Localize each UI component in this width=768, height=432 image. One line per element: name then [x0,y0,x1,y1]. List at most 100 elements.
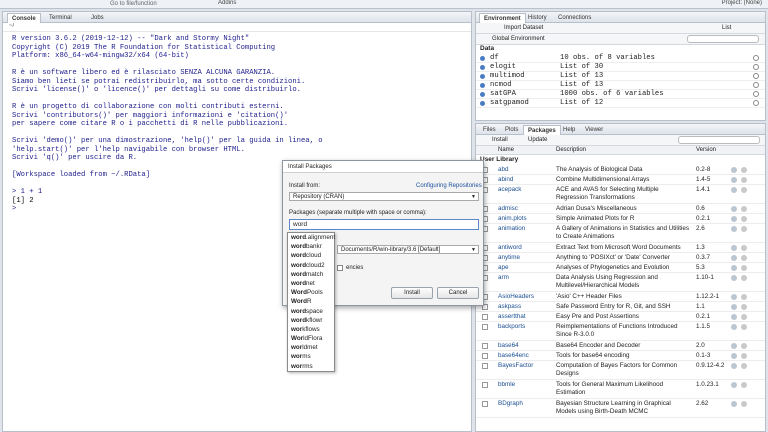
globe-icon[interactable] [731,167,737,173]
globe-icon[interactable] [731,324,737,330]
tab-jobs[interactable]: Jobs [87,13,108,23]
remove-icon[interactable] [741,275,747,281]
view-icon[interactable] [753,82,759,88]
remove-icon[interactable] [741,353,747,359]
package-row[interactable]: arm Data Analysis Using Regression and Mu… [476,273,765,292]
expand-icon[interactable] [480,101,485,106]
package-row[interactable]: antiword Extract Text from Microsoft Word… [476,243,765,253]
tab-terminal[interactable]: Terminal [45,13,76,23]
globe-icon[interactable] [731,255,737,261]
package-name-link[interactable]: antiword [498,244,522,251]
tab-viewer[interactable]: Viewer [581,125,607,135]
package-load-checkbox[interactable] [482,363,488,369]
env-object-row[interactable]: df 10 obs. of 8 variables [476,54,765,63]
remove-icon[interactable] [741,304,747,310]
remove-icon[interactable] [741,382,747,388]
globe-icon[interactable] [731,226,737,232]
globe-icon[interactable] [731,401,737,407]
view-icon[interactable] [753,73,759,79]
package-row[interactable]: base64 Base64 Encoder and Decoder 2.0 [476,341,765,351]
package-row[interactable]: base64enc Tools for base64 encoding 0.1-3 [476,351,765,361]
package-row[interactable]: bbmle Tools for General Maximum Likelihoo… [476,380,765,399]
remove-icon[interactable] [741,206,747,212]
package-load-checkbox[interactable] [482,324,488,330]
package-name-link[interactable]: BayesFactor [498,362,533,369]
scope-select[interactable]: Global Environment [492,36,545,42]
package-row[interactable]: askpass Safe Password Entry for R, Git, a… [476,302,765,312]
expand-icon[interactable] [480,74,485,79]
globe-icon[interactable] [731,187,737,193]
remove-icon[interactable] [741,363,747,369]
cancel-button[interactable]: Cancel [437,287,479,299]
autocomplete-item[interactable]: WordPools [288,288,334,297]
tab-packages[interactable]: Packages [523,125,561,135]
tab-history[interactable]: History [524,13,551,23]
package-name-link[interactable]: animation [498,225,525,232]
package-name-link[interactable]: anytime [498,254,520,261]
list-view-toggle[interactable]: List [722,25,731,31]
install-button[interactable]: Install [492,137,508,143]
col-name[interactable]: Name [498,147,514,153]
package-row[interactable]: animation A Gallery of Animations in Stat… [476,224,765,243]
remove-icon[interactable] [741,324,747,330]
col-version[interactable]: Version [696,147,716,153]
autocomplete-item[interactable]: worldmet [288,343,334,352]
package-name-link[interactable]: backports [498,323,525,330]
package-name-link[interactable]: abind [498,176,513,183]
autocomplete-item[interactable]: worrms [288,362,334,371]
package-row[interactable]: acepack ACE and AVAS for Selecting Multip… [476,185,765,204]
goto-file-input[interactable]: Go to file/function [110,1,200,8]
col-description[interactable]: Description [556,147,586,153]
package-row[interactable]: admisc Adrian Dusa's Miscellaneous 0.6 [476,204,765,214]
package-name-link[interactable]: anim.plots [498,215,527,222]
install-dependencies-checkbox[interactable] [337,265,343,271]
globe-icon[interactable] [731,353,737,359]
env-object-row[interactable]: multimod List of 13 [476,72,765,81]
package-name-link[interactable]: base64enc [498,352,529,359]
autocomplete-item[interactable]: wordbankr [288,242,334,251]
remove-icon[interactable] [741,314,747,320]
package-name-link[interactable]: arm [498,274,509,281]
package-row[interactable]: assertthat Easy Pre and Post Assertions 0.… [476,312,765,322]
env-search-input[interactable] [687,35,759,43]
globe-icon[interactable] [731,275,737,281]
view-icon[interactable] [753,64,759,70]
package-name-link[interactable]: BDgraph [498,400,523,407]
package-name-link[interactable]: acepack [498,186,521,193]
package-row[interactable]: anim.plots Simple Animated Plots for R 0.2… [476,214,765,224]
tab-connections[interactable]: Connections [554,13,595,23]
package-row[interactable]: abd The Analysis of Biological Data 0.2-8 [476,165,765,175]
autocomplete-item[interactable]: wordnet [288,279,334,288]
globe-icon[interactable] [731,343,737,349]
package-row[interactable]: anytime Anything to 'POSIXct' or 'Date' C… [476,253,765,263]
view-icon[interactable] [753,55,759,61]
package-row[interactable]: ape Analyses of Phylogenetics and Evoluti… [476,263,765,273]
tab-help[interactable]: Help [559,125,579,135]
package-name-link[interactable]: base64 [498,342,519,349]
remove-icon[interactable] [741,343,747,349]
repository-select[interactable]: Repository (CRAN) ▼ [289,192,479,201]
package-row[interactable]: BDgraph Bayesian Structure Learning in Gr… [476,399,765,418]
package-row[interactable]: AsioHeaders 'Asio' C++ Header Files 1.12.2… [476,292,765,302]
globe-icon[interactable] [731,314,737,320]
expand-icon[interactable] [480,65,485,70]
view-icon[interactable] [753,100,759,106]
autocomplete-item[interactable]: word.alignment [288,233,335,242]
remove-icon[interactable] [741,226,747,232]
globe-icon[interactable] [731,206,737,212]
env-object-row[interactable]: ncmod List of 13 [476,81,765,90]
autocomplete-item[interactable]: WorldFlora [288,334,334,343]
globe-icon[interactable] [731,382,737,388]
import-dataset-button[interactable]: Import Dataset [504,25,543,31]
globe-icon[interactable] [731,177,737,183]
autocomplete-item[interactable]: wordmatch [288,270,334,279]
package-name-link[interactable]: assertthat [498,313,526,320]
package-row[interactable]: BayesFactor Computation of Bayes Factors … [476,361,765,380]
package-name-link[interactable]: ape [498,264,509,271]
package-load-checkbox[interactable] [482,314,488,320]
remove-icon[interactable] [741,245,747,251]
autocomplete-item[interactable]: worms [288,352,334,361]
remove-icon[interactable] [741,265,747,271]
package-load-checkbox[interactable] [482,353,488,359]
remove-icon[interactable] [741,187,747,193]
